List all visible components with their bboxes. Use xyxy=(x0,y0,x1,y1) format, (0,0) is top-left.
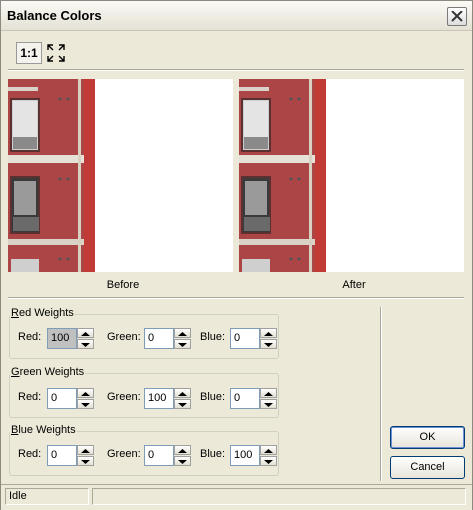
fit-to-window-icon xyxy=(47,44,65,62)
title-bar: Balance Colors xyxy=(1,1,472,31)
blue-weights-green-label: Green: xyxy=(107,448,141,460)
status-text: Idle xyxy=(5,488,89,505)
spin-down-button[interactable] xyxy=(260,339,277,349)
spin-up-button[interactable] xyxy=(260,328,277,338)
red-weights-red-label: Red: xyxy=(18,331,42,343)
ok-button[interactable]: OK xyxy=(390,426,465,449)
blue-weights-red-label: Red: xyxy=(18,448,42,460)
green-weights-blue-input[interactable]: 0 xyxy=(230,388,260,409)
green-weights-red-label: Red: xyxy=(18,391,42,403)
balance-colors-dialog: Balance Colors 1:1 Before After Red Weig… xyxy=(0,0,473,510)
spin-down-button[interactable] xyxy=(260,399,277,409)
red-weights-blue-input[interactable]: 0 xyxy=(230,328,260,349)
green-weights-red-input[interactable]: 0 xyxy=(47,388,77,409)
status-bar: Idle xyxy=(1,484,472,510)
spin-up-button[interactable] xyxy=(260,388,277,398)
fit-to-window-button[interactable] xyxy=(45,42,67,64)
status-secondary xyxy=(92,488,466,505)
spin-down-button[interactable] xyxy=(174,339,191,349)
blue-weights-title: Blue Weights xyxy=(10,424,77,436)
before-label: Before xyxy=(106,279,140,291)
spin-up-button[interactable] xyxy=(77,445,94,455)
after-preview xyxy=(239,79,464,272)
green-weights-green-label: Green: xyxy=(107,391,141,403)
spin-down-button[interactable] xyxy=(77,456,94,466)
spin-up-button[interactable] xyxy=(77,328,94,338)
after-image xyxy=(239,79,326,272)
red-weights-blue-label: Blue: xyxy=(200,331,226,343)
red-weights-red-input[interactable]: 100 xyxy=(47,328,77,349)
spin-down-button[interactable] xyxy=(260,456,277,466)
spin-down-button[interactable] xyxy=(174,399,191,409)
before-preview xyxy=(8,79,233,272)
blue-weights-red-input[interactable]: 0 xyxy=(47,445,77,466)
spin-up-button[interactable] xyxy=(260,445,277,455)
close-icon xyxy=(451,11,463,22)
blue-weights-green-input[interactable]: 0 xyxy=(144,445,174,466)
close-button[interactable] xyxy=(447,7,467,26)
vertical-separator xyxy=(380,307,382,481)
red-weights-title: Red Weights xyxy=(10,307,75,319)
window-title: Balance Colors xyxy=(7,8,102,23)
cancel-button[interactable]: Cancel xyxy=(390,456,465,479)
preview-separator xyxy=(8,297,464,299)
blue-weights-blue-input[interactable]: 100 xyxy=(230,445,260,466)
spin-down-button[interactable] xyxy=(174,456,191,466)
green-weights-green-input[interactable]: 100 xyxy=(144,388,174,409)
green-weights-title: Green Weights xyxy=(10,366,86,378)
spin-up-button[interactable] xyxy=(174,445,191,455)
toolbar-separator xyxy=(8,69,464,71)
actual-size-button[interactable]: 1:1 xyxy=(16,42,42,64)
green-weights-blue-label: Blue: xyxy=(200,391,226,403)
red-weights-green-label: Green: xyxy=(107,331,141,343)
red-weights-green-input[interactable]: 0 xyxy=(144,328,174,349)
blue-weights-blue-label: Blue: xyxy=(200,448,226,460)
spin-up-button[interactable] xyxy=(174,388,191,398)
spin-down-button[interactable] xyxy=(77,399,94,409)
spin-down-button[interactable] xyxy=(77,339,94,349)
spin-up-button[interactable] xyxy=(174,328,191,338)
before-image xyxy=(8,79,95,272)
spin-up-button[interactable] xyxy=(77,388,94,398)
after-label: After xyxy=(342,279,366,291)
